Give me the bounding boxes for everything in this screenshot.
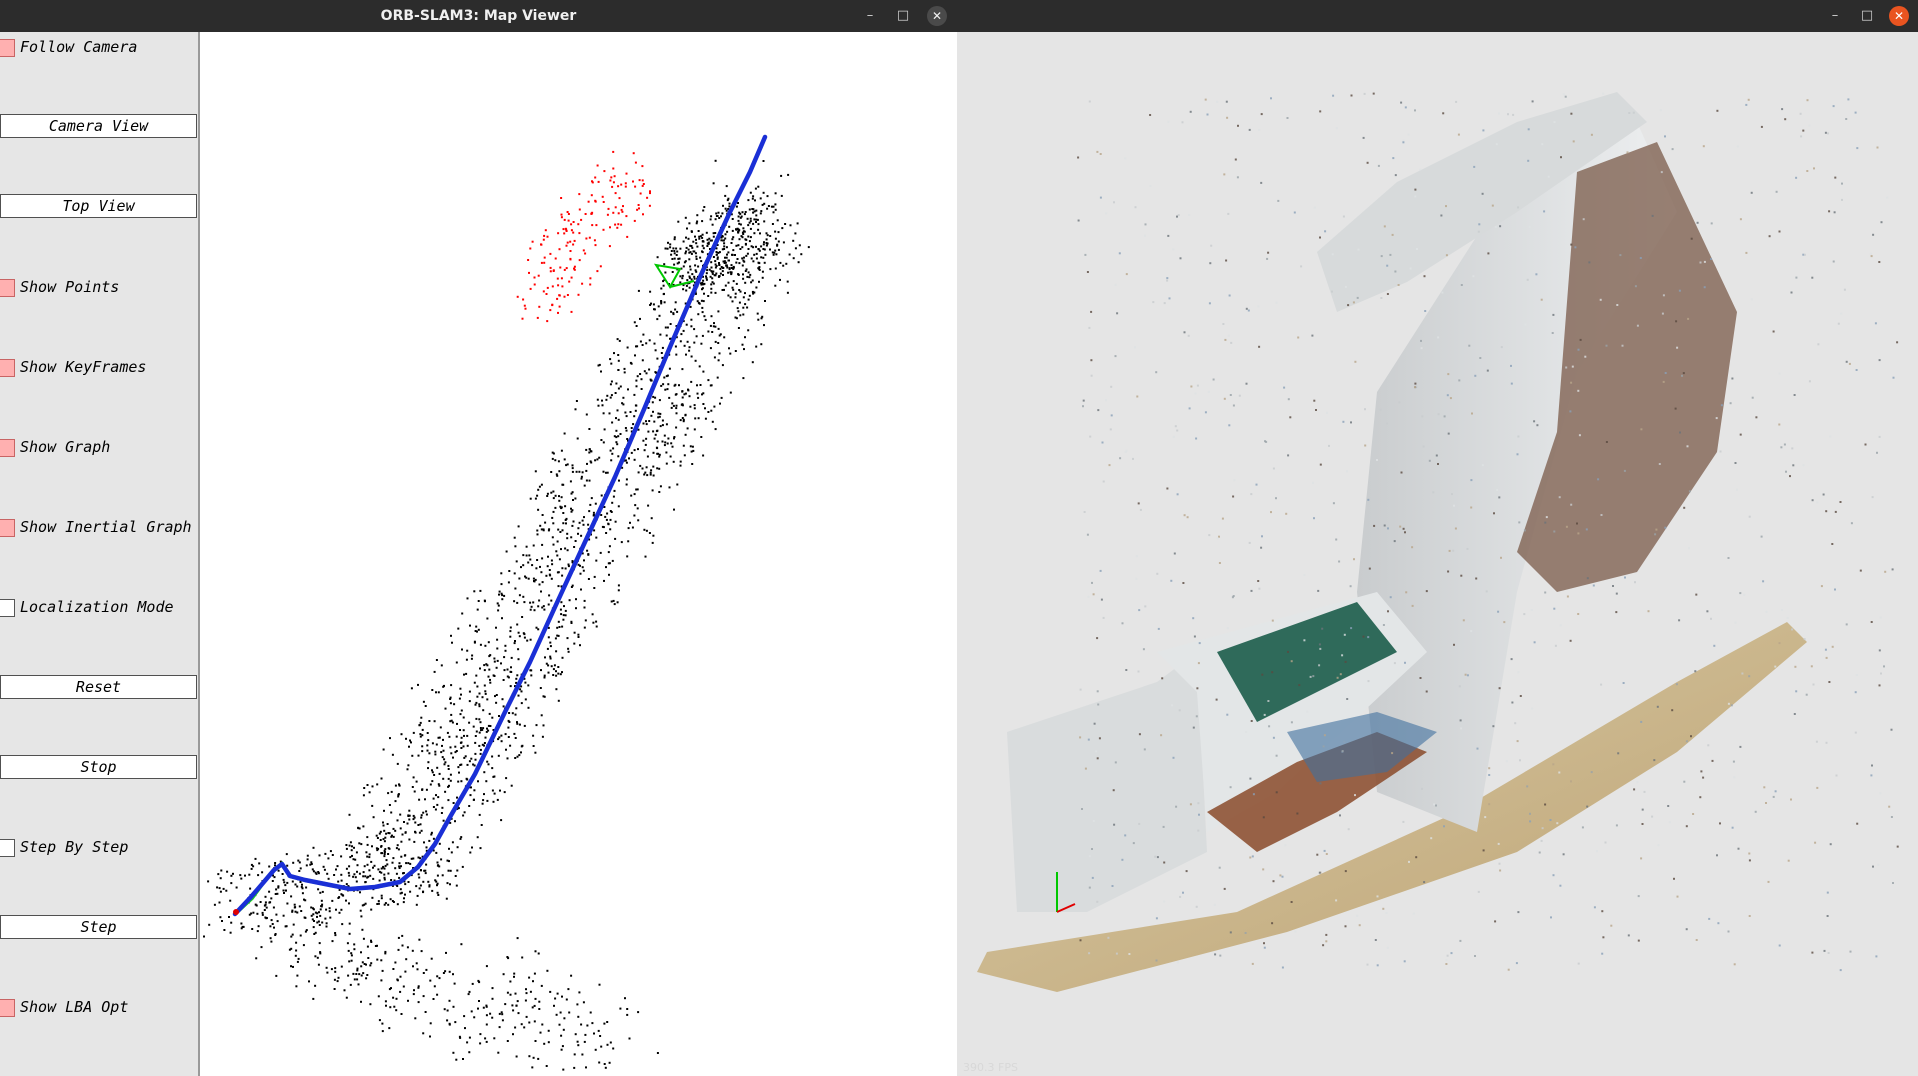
point-cloud-window: – □ ✕ 390.3 FPS — [957, 0, 1918, 1076]
map-points — [203, 159, 810, 1071]
step-button[interactable]: Step — [0, 915, 197, 939]
reset-button[interactable]: Reset — [0, 675, 197, 699]
localization-mode-checkbox[interactable] — [0, 599, 15, 617]
room-left-wall — [1007, 652, 1207, 912]
show-keyframes-label: Show KeyFrames — [20, 358, 147, 376]
show-inertial-graph-checkbox[interactable] — [0, 519, 15, 537]
minimize-button[interactable]: – — [860, 6, 880, 26]
follow-camera-toggle[interactable]: Follow Camera — [0, 36, 198, 58]
control-panel: Follow Camera Camera View Top View Show … — [0, 32, 200, 1076]
step-by-step-checkbox[interactable] — [0, 839, 15, 857]
point-cloud-viewport[interactable] — [957, 32, 1918, 1076]
maximize-button[interactable]: □ — [893, 6, 913, 26]
show-points-checkbox[interactable] — [0, 279, 15, 297]
map-viewer-window: ORB-SLAM3: Map Viewer – □ ✕ Follow Camer… — [0, 0, 957, 1076]
camera-view-button[interactable]: Camera View — [0, 114, 197, 138]
localization-mode-toggle[interactable]: Localization Mode — [0, 596, 198, 618]
show-inertial-graph-label: Show Inertial Graph — [20, 518, 192, 536]
maximize-button-right[interactable]: □ — [1857, 6, 1877, 26]
show-lba-opt-toggle[interactable]: Show LBA Opt — [0, 996, 198, 1018]
step-by-step-label: Step By Step — [20, 838, 129, 856]
show-graph-label: Show Graph — [20, 438, 111, 456]
top-view-button[interactable]: Top View — [0, 194, 197, 218]
show-points-label: Show Points — [20, 278, 120, 296]
show-graph-toggle[interactable]: Show Graph — [0, 436, 198, 458]
title-bar-right: – □ ✕ — [957, 0, 1918, 32]
show-lba-opt-label: Show LBA Opt — [20, 998, 129, 1016]
show-keyframes-checkbox[interactable] — [0, 359, 15, 377]
title-bar: ORB-SLAM3: Map Viewer – □ ✕ — [0, 0, 957, 32]
show-keyframes-toggle[interactable]: Show KeyFrames — [0, 356, 198, 378]
window-title: ORB-SLAM3: Map Viewer — [380, 8, 577, 24]
show-points-toggle[interactable]: Show Points — [0, 276, 198, 298]
show-graph-checkbox[interactable] — [0, 439, 15, 457]
map-viewport[interactable] — [200, 32, 957, 1076]
follow-camera-checkbox[interactable] — [0, 39, 15, 57]
show-lba-opt-checkbox[interactable] — [0, 999, 15, 1017]
minimize-button-right[interactable]: – — [1825, 6, 1845, 26]
close-button-right[interactable]: ✕ — [1889, 6, 1909, 26]
trajectory-start-marker — [233, 909, 239, 915]
close-button[interactable]: ✕ — [927, 6, 947, 26]
localization-mode-label: Localization Mode — [20, 598, 174, 616]
step-by-step-toggle[interactable]: Step By Step — [0, 836, 198, 858]
follow-camera-label: Follow Camera — [20, 38, 138, 56]
fps-counter: 390.3 FPS — [963, 1061, 1018, 1074]
stop-button[interactable]: Stop — [0, 755, 197, 779]
show-inertial-graph-toggle[interactable]: Show Inertial Graph — [0, 516, 198, 538]
local-map-points — [516, 150, 651, 323]
